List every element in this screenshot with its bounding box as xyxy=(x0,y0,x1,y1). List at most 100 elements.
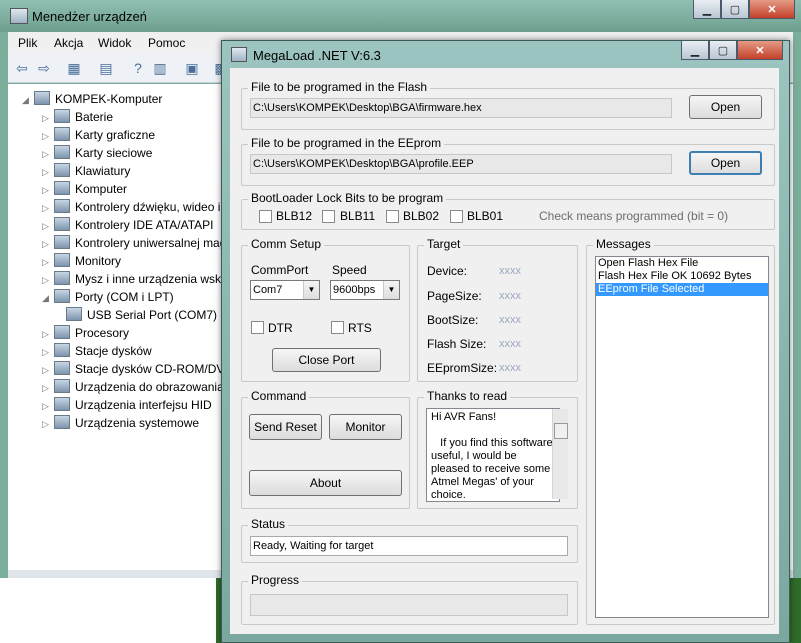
expand-icon[interactable]: ▷ xyxy=(42,145,54,163)
rts-checkbox[interactable] xyxy=(331,321,344,334)
expand-icon[interactable]: ◢ xyxy=(22,91,34,109)
menu-plik[interactable]: Plik xyxy=(18,36,37,50)
expand-icon[interactable]: ▷ xyxy=(42,217,54,235)
help-icon[interactable]: ? xyxy=(130,60,146,76)
minimize-icon[interactable]: ▁ xyxy=(681,41,709,60)
expand-icon[interactable]: ▷ xyxy=(42,325,54,343)
messages-group: Messages Open Flash Hex File Flash Hex F… xyxy=(586,237,775,625)
expand-icon[interactable]: ▷ xyxy=(42,235,54,253)
tree-item[interactable]: ▷ Karty graficzne xyxy=(42,126,155,144)
blb01-checkbox[interactable] xyxy=(450,210,463,223)
monitor-icon xyxy=(54,181,70,195)
megaload-titlebar[interactable]: MegaLoad .NET V:6.3 ▁ ▢ ✕ xyxy=(222,41,789,67)
forward-icon[interactable]: ⇨ xyxy=(36,60,52,76)
status-group: Status Ready, Waiting for target xyxy=(241,517,578,563)
menu-pomoc[interactable]: Pomoc xyxy=(148,36,185,50)
tree-item[interactable]: ▷ Urządzenia interfejsu HID xyxy=(42,396,212,414)
blb12-checkbox[interactable] xyxy=(259,210,272,223)
expand-icon[interactable]: ▷ xyxy=(42,127,54,145)
about-button[interactable]: About xyxy=(249,470,402,496)
cpu-icon xyxy=(54,325,70,339)
tree-item[interactable]: ▷ Komputer xyxy=(42,180,127,198)
maximize-icon[interactable]: ▢ xyxy=(721,0,749,19)
tree-item[interactable]: ▷ Karty sieciowe xyxy=(42,144,152,162)
flash-path-field[interactable]: C:\Users\KOMPEK\Desktop\BGA\firmware.hex xyxy=(250,98,672,118)
dtr-checkbox[interactable] xyxy=(251,321,264,334)
tree-item[interactable]: ▷ Kontrolery IDE ATA/ATAPI xyxy=(42,216,214,234)
list-item-selected[interactable]: EEprom File Selected xyxy=(596,283,768,296)
minimize-icon[interactable]: ▁ xyxy=(693,0,721,19)
tree-item[interactable]: ▷ Procesory xyxy=(42,324,129,342)
status-field[interactable]: Ready, Waiting for target xyxy=(250,536,568,556)
tree-item-label: Baterie xyxy=(75,110,114,124)
tree-item[interactable]: ▷ Urządzenia do obrazowania xyxy=(42,378,224,396)
expand-icon[interactable]: ▷ xyxy=(42,109,54,127)
list-item[interactable]: Open Flash Hex File xyxy=(596,257,768,270)
desktop-area xyxy=(0,578,216,643)
expand-icon[interactable]: ▷ xyxy=(42,343,54,361)
send-reset-button[interactable]: Send Reset xyxy=(249,414,322,440)
expand-icon[interactable]: ▷ xyxy=(42,199,54,217)
eepromsize-value: xxxx xyxy=(499,362,521,374)
eeprom-open-button[interactable]: Open xyxy=(689,151,762,175)
expand-icon[interactable]: ▷ xyxy=(42,163,54,181)
expand-icon[interactable]: ▷ xyxy=(42,271,54,289)
tree-item-root[interactable]: ◢ KOMPEK-Komputer xyxy=(22,90,162,108)
device-manager-titlebar[interactable]: Menedżer urządzeń ▁ ▢ ✕ xyxy=(0,0,801,32)
properties-icon[interactable]: ▦ xyxy=(66,60,82,76)
maximize-icon[interactable]: ▢ xyxy=(709,41,737,60)
menu-akcja[interactable]: Akcja xyxy=(54,36,83,50)
speed-select[interactable]: 9600bps ▼ xyxy=(330,280,400,300)
tree-item[interactable]: ◢ Porty (COM i LPT) xyxy=(42,288,174,306)
messages-list[interactable]: Open Flash Hex File Flash Hex File OK 10… xyxy=(595,256,769,618)
tree-item-usb-serial-port[interactable]: USB Serial Port (COM7) xyxy=(66,306,217,324)
tree-item[interactable]: ▷ Kontrolery uniwersalnej mag xyxy=(42,234,226,252)
thanks-scrollbar[interactable] xyxy=(552,409,568,499)
menu-widok[interactable]: Widok xyxy=(98,36,131,50)
thanks-text[interactable]: Hi AVR Fans! If you find this software u… xyxy=(426,408,560,502)
dtr-label: DTR xyxy=(268,321,293,335)
view-icon[interactable]: ▥ xyxy=(152,60,168,76)
tree-item[interactable]: ▷ Urządzenia systemowe xyxy=(42,414,199,432)
tree-item[interactable]: ▷ Monitory xyxy=(42,252,121,270)
expand-icon[interactable]: ▷ xyxy=(42,181,54,199)
commport-value: Com7 xyxy=(253,284,283,296)
lockbits-note: Check means programmed (bit = 0) xyxy=(539,209,729,223)
tree-item-label: Urządzenia interfejsu HID xyxy=(75,398,212,412)
tree-item[interactable]: ▷ Baterie xyxy=(42,108,113,126)
progress-legend: Progress xyxy=(248,573,303,587)
expand-icon[interactable]: ▷ xyxy=(42,379,54,397)
comm-setup-group: Comm Setup CommPort Speed Com7 ▼ 9600bps… xyxy=(241,237,410,382)
scan-icon[interactable]: ▣ xyxy=(184,60,200,76)
monitor-button[interactable]: Monitor xyxy=(329,414,402,440)
chevron-down-icon[interactable]: ▼ xyxy=(303,281,319,299)
tree-item[interactable]: ▷ Stacje dysków xyxy=(42,342,152,360)
back-icon[interactable]: ⇦ xyxy=(14,60,30,76)
show-hide-icon[interactable]: ▤ xyxy=(98,60,114,76)
tree-item[interactable]: ▷ Klawiatury xyxy=(42,162,130,180)
chevron-down-icon[interactable]: ▼ xyxy=(383,281,399,299)
expand-icon[interactable]: ▷ xyxy=(42,361,54,379)
tree-item-label: Karty sieciowe xyxy=(75,146,153,160)
blb11-checkbox[interactable] xyxy=(322,210,335,223)
tree-item[interactable]: ▷ Stacje dysków CD-ROM/DVD xyxy=(42,360,233,378)
flashsize-value: xxxx xyxy=(499,338,521,350)
commport-select[interactable]: Com7 ▼ xyxy=(250,280,320,300)
close-icon[interactable]: ✕ xyxy=(749,0,795,19)
tree-item[interactable]: ▷ Mysz i inne urządzenia wska xyxy=(42,270,228,288)
expand-icon[interactable]: ▷ xyxy=(42,253,54,271)
flash-open-button[interactable]: Open xyxy=(689,95,762,119)
expand-icon[interactable]: ▷ xyxy=(42,397,54,415)
close-port-button[interactable]: Close Port xyxy=(272,348,381,372)
expand-icon[interactable]: ▷ xyxy=(42,415,54,433)
list-item[interactable]: Flash Hex File OK 10692 Bytes xyxy=(596,270,768,283)
eeprom-path-field[interactable]: C:\Users\KOMPEK\Desktop\BGA\profile.EEP xyxy=(250,154,672,174)
tree-item[interactable]: ▷ Kontrolery dźwięku, wideo i xyxy=(42,198,220,216)
tree-item-label: Porty (COM i LPT) xyxy=(75,290,174,304)
scroll-thumb[interactable] xyxy=(554,423,568,439)
expand-icon[interactable]: ◢ xyxy=(42,289,54,307)
tree-item-label: Procesory xyxy=(75,326,130,340)
close-icon[interactable]: ✕ xyxy=(737,41,783,60)
system-icon xyxy=(54,415,70,429)
blb02-checkbox[interactable] xyxy=(386,210,399,223)
